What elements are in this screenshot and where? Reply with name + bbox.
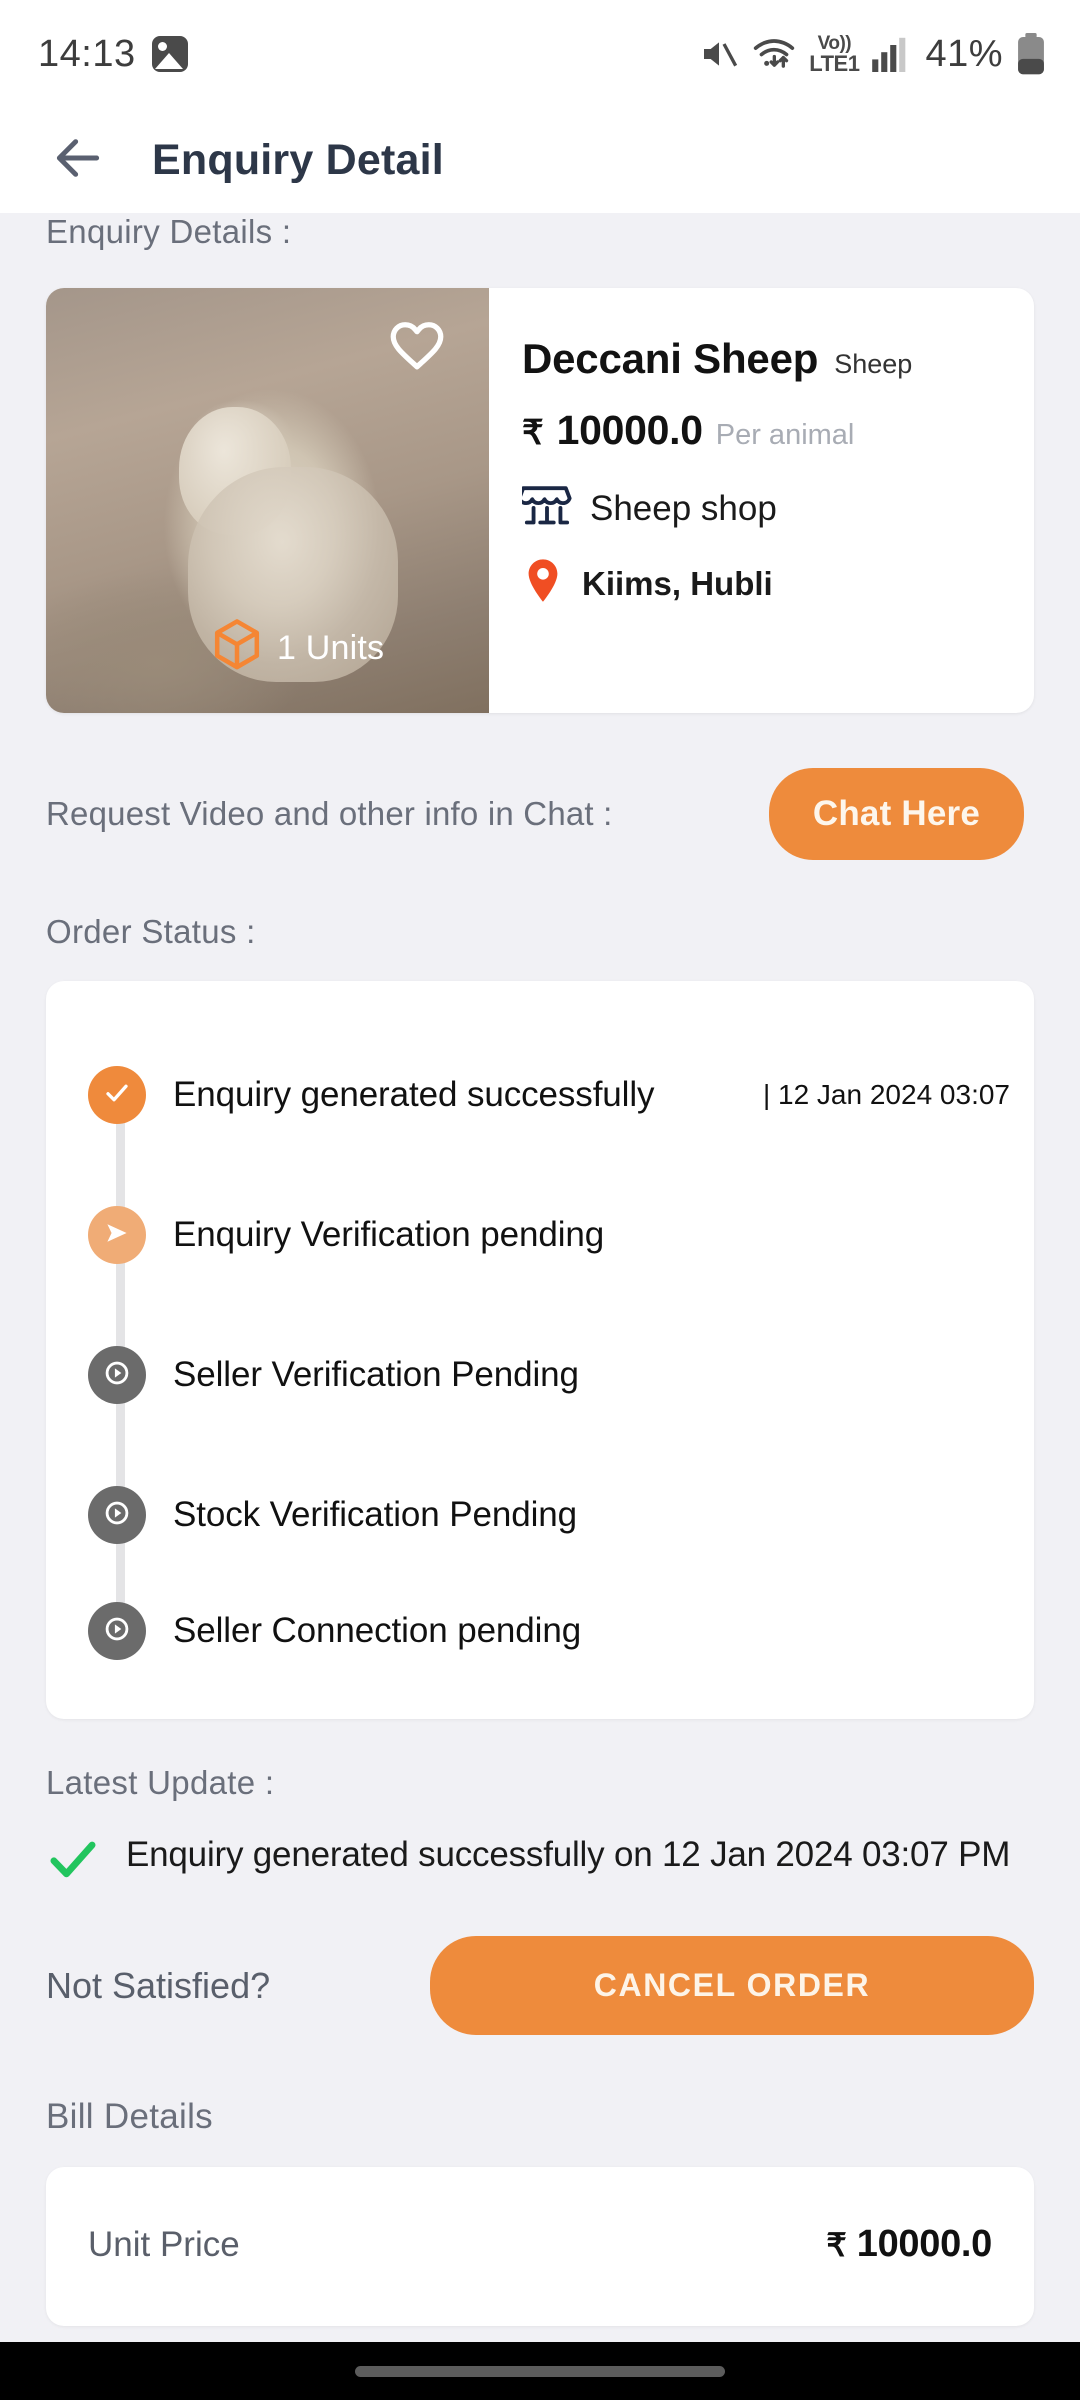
- rupee-symbol: ₹: [522, 414, 544, 452]
- latest-update-label: Latest Update :: [46, 1764, 275, 1801]
- volte-bottom-label: LTE1: [809, 50, 860, 76]
- product-title-row: Deccani Sheep Sheep: [522, 335, 1034, 383]
- location-row: Kiims, Hubli: [522, 557, 1034, 610]
- units-label: 1 Units: [277, 629, 385, 667]
- order-status-label: Order Status :: [46, 913, 256, 950]
- home-gesture-pill[interactable]: [355, 2365, 725, 2377]
- rupee-symbol: ₹: [826, 2227, 847, 2263]
- status-bar: 14:13 Vo)) LTE1 41%: [0, 0, 1080, 108]
- wifi-data-icon: [752, 34, 796, 74]
- status-bar-right: Vo)) LTE1 41%: [699, 33, 1046, 76]
- status-bar-left: 14:13: [38, 33, 188, 76]
- cancel-order-button[interactable]: CANCEL ORDER: [430, 1936, 1034, 2035]
- volte-top-label: Vo)): [817, 32, 852, 54]
- timeline-step: Enquiry generated successfully | 12 Jan …: [46, 1025, 1034, 1235]
- latest-update-row: Enquiry generated successfully on 12 Jan…: [46, 1832, 1034, 1891]
- bill-row-key: Unit Price: [88, 2224, 240, 2264]
- timeline-node-pending: [88, 1346, 146, 1404]
- product-category: Sheep: [834, 349, 913, 379]
- bill-row-value: ₹ 10000.0: [826, 2223, 992, 2266]
- product-card[interactable]: 1 Units Deccani Sheep Sheep ₹ 10000.0 Pe…: [46, 288, 1034, 713]
- timeline-node-active: [88, 1206, 146, 1264]
- check-icon: [102, 1078, 132, 1113]
- timeline-step: Enquiry Verification pending: [46, 1095, 1034, 1375]
- favorite-button[interactable]: [387, 316, 447, 376]
- battery-icon: [1016, 33, 1046, 75]
- battery-percent-label: 41%: [925, 32, 1003, 75]
- cellular-signal-icon: [872, 36, 912, 72]
- chat-here-button[interactable]: Chat Here: [768, 768, 1024, 860]
- cube-icon: [211, 618, 263, 679]
- product-price-row: ₹ 10000.0 Per animal: [522, 407, 1034, 454]
- bill-details-label: Bill Details: [46, 2097, 213, 2136]
- heart-outline-icon: [387, 322, 447, 380]
- volte-indicator: Vo)) LTE1: [809, 32, 860, 76]
- cancel-order-row: Not Satisfied? CANCEL ORDER: [46, 1936, 1034, 2035]
- gallery-icon: [151, 36, 188, 72]
- status-bar-clock: 14:13: [38, 32, 136, 75]
- shop-name: Sheep shop: [590, 488, 777, 528]
- clock-play-icon: [102, 1614, 132, 1649]
- timeline-step-label: Seller Connection pending: [173, 1611, 582, 1650]
- send-arrow-icon: [101, 1217, 133, 1254]
- content-area: Enquiry Details : 1 Units Deccani Sheep …: [0, 213, 1080, 2326]
- storefront-icon: [517, 482, 572, 535]
- order-status-timeline: Enquiry generated successfully | 12 Jan …: [46, 981, 1034, 1719]
- product-image: 1 Units: [46, 288, 489, 713]
- not-satisfied-label: Not Satisfied?: [46, 1964, 271, 2006]
- product-price-unit: Per animal: [715, 419, 855, 451]
- units-badge: 1 Units: [211, 618, 384, 679]
- location-pin-icon: [522, 557, 564, 610]
- app-screen: 14:13 Vo)) LTE1 41% Enquiry Detail Enqui…: [0, 0, 1080, 2400]
- timeline-step: Stock Verification Pending: [46, 1375, 1034, 1655]
- product-price: 10000.0: [556, 407, 703, 453]
- timeline-node-pending: [88, 1602, 146, 1660]
- system-navigation-bar: [0, 2342, 1080, 2400]
- timeline-node-pending: [88, 1486, 146, 1544]
- green-check-icon: [46, 1832, 100, 1891]
- shop-row: Sheep shop: [517, 482, 1034, 535]
- timeline-step: Seller Verification Pending: [46, 1235, 1034, 1515]
- timeline-step-label: Seller Verification Pending: [173, 1355, 579, 1394]
- timeline-step-label: Enquiry generated successfully: [173, 1075, 655, 1114]
- clock-play-icon: [102, 1358, 132, 1393]
- product-name: Deccani Sheep: [522, 335, 819, 382]
- chat-prompt-label: Request Video and other info in Chat :: [46, 795, 613, 832]
- enquiry-details-label: Enquiry Details :: [46, 213, 292, 250]
- timeline-step-label: Stock Verification Pending: [173, 1495, 578, 1534]
- timeline-node-done: [88, 1066, 146, 1124]
- location-name: Kiims, Hubli: [582, 564, 773, 602]
- product-info: Deccani Sheep Sheep ₹ 10000.0 Per animal: [489, 288, 1034, 713]
- latest-update-text: Enquiry generated successfully on 12 Jan…: [126, 1835, 1011, 1874]
- speaker-muted-icon: [699, 34, 739, 74]
- clock-play-icon: [102, 1498, 132, 1533]
- chat-row: Request Video and other info in Chat : C…: [46, 768, 1034, 860]
- timeline-step-label: Enquiry Verification pending: [173, 1215, 605, 1254]
- timeline-step-time: | 12 Jan 2024 03:07: [762, 1079, 1010, 1110]
- bill-row: Unit Price ₹ 10000.0: [88, 2223, 992, 2266]
- timeline-step: Seller Connection pending: [46, 1515, 1034, 1677]
- bill-row-amount: 10000.0: [856, 2223, 993, 2265]
- bill-details-card: Unit Price ₹ 10000.0: [46, 2167, 1034, 2326]
